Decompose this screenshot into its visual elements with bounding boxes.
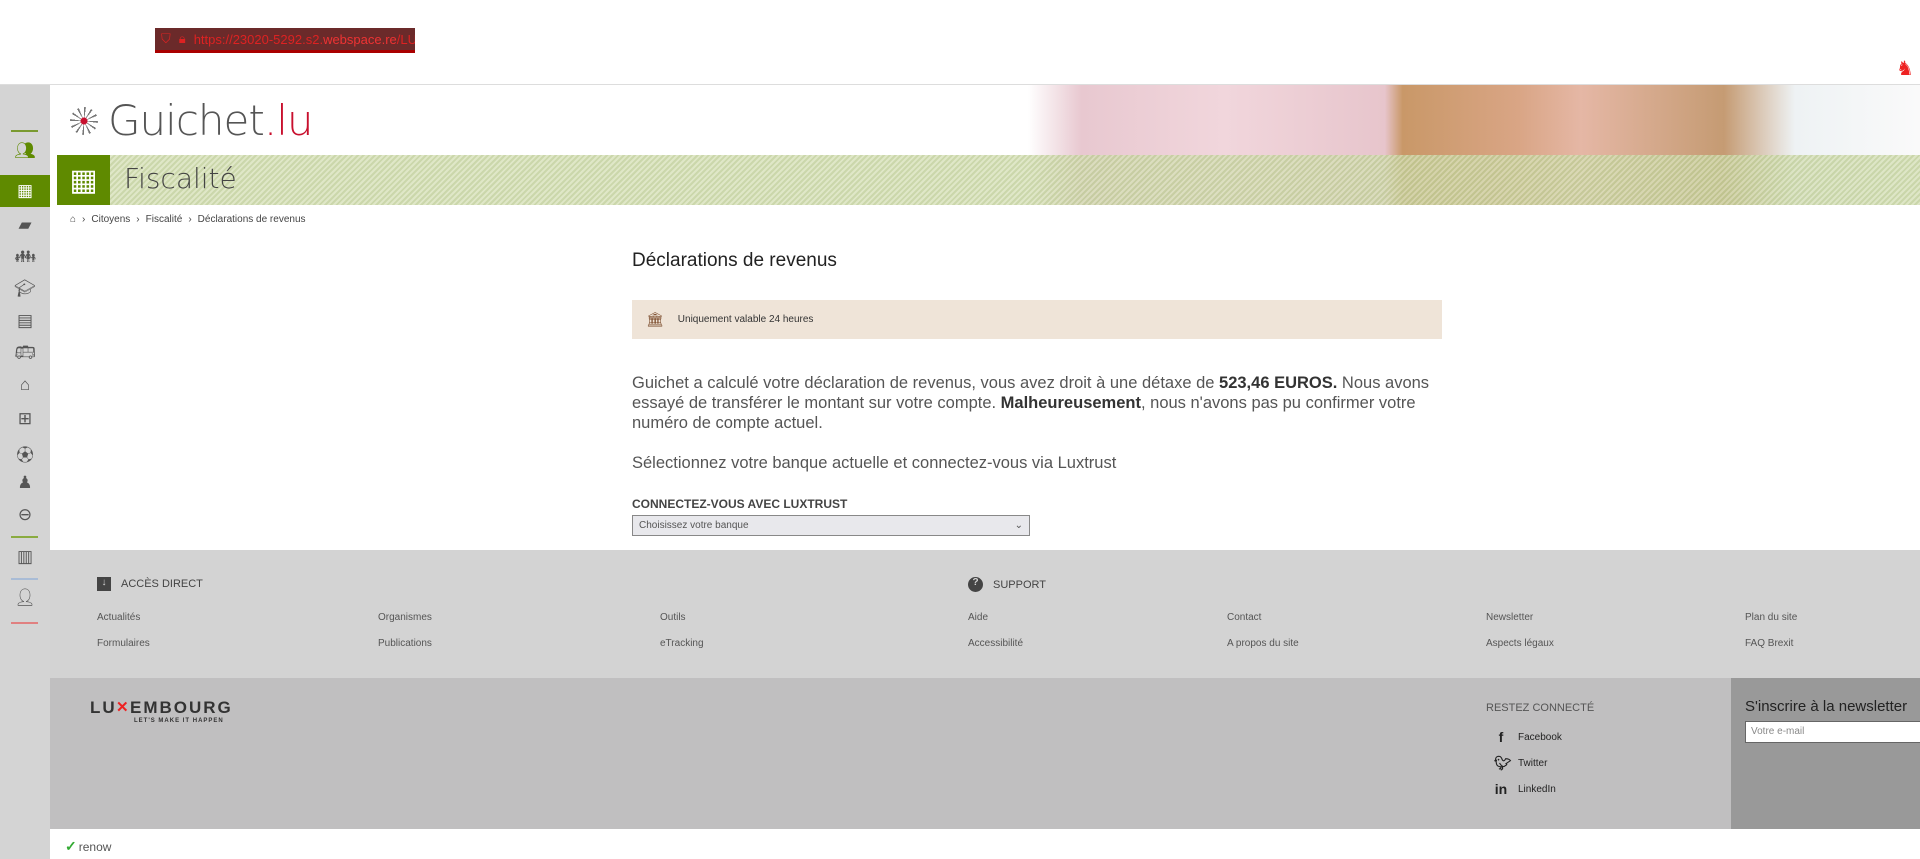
- footer-link[interactable]: Plan du site: [1745, 612, 1797, 623]
- footer-links: ↓ ACCÈS DIRECT ? SUPPORT Actualités Formula…: [50, 550, 1920, 678]
- newsletter-email-input[interactable]: Votre e-mail: [1745, 721, 1920, 743]
- luxembourg-x-mark-icon: ✕: [116, 698, 131, 718]
- facebook-link[interactable]: f Facebook: [1486, 724, 1594, 750]
- footer-link[interactable]: Formulaires: [97, 638, 150, 649]
- breadcrumb-item: Déclarations de revenus: [197, 214, 306, 225]
- download-icon: ↓: [97, 577, 111, 591]
- notice-text: Uniquement valable 24 heures: [677, 314, 814, 325]
- newsletter-title: S'inscrire à la newsletter: [1745, 698, 1908, 715]
- citizenship-icon[interactable]: ♟: [0, 473, 50, 493]
- footer-link[interactable]: Outils: [660, 612, 686, 623]
- bus-icon[interactable]: 🚌︎: [0, 343, 50, 363]
- acces-direct-heading: ↓ ACCÈS DIRECT: [97, 577, 203, 591]
- footer-link[interactable]: Aide: [968, 612, 988, 623]
- footer-link[interactable]: Accessibilité: [968, 638, 1023, 649]
- luxembourg-brand: LUXEMBOURG ✕: [90, 698, 233, 718]
- column-icon: 🏛︎: [646, 311, 664, 327]
- linkedin-link[interactable]: in LinkedIn: [1486, 776, 1594, 802]
- divider: [11, 536, 38, 538]
- shield-icon: ⛉: [161, 31, 171, 46]
- footer-link[interactable]: Contact: [1227, 612, 1261, 623]
- linkedin-icon: in: [1494, 781, 1508, 797]
- breadcrumb-item[interactable]: Fiscalité: [146, 214, 183, 225]
- football-icon[interactable]: ⚽︎: [0, 441, 50, 466]
- footer-link[interactable]: eTracking: [660, 638, 704, 649]
- breadcrumb: ⌂ › Citoyens › Fiscalité › Déclarations de …: [70, 214, 306, 225]
- footer-link[interactable]: Publications: [378, 638, 432, 649]
- footer-link[interactable]: A propos du site: [1227, 638, 1299, 649]
- footer-bottom: LUXEMBOURG ✕ LET'S MAKE IT HAPPEN RESTEZ …: [50, 678, 1920, 829]
- divider: [11, 622, 38, 624]
- business-icon[interactable]: ▥: [0, 547, 50, 567]
- user-icon[interactable]: 👤︎: [0, 588, 50, 608]
- section-title: Fiscalité: [124, 162, 237, 195]
- luxembourg-lion-icon: ♞: [1896, 58, 1914, 80]
- page-title: Déclarations de revenus: [632, 250, 837, 271]
- breadcrumb-item[interactable]: Citoyens: [91, 214, 130, 225]
- instruction-text: Sélectionnez votre banque actuelle et co…: [632, 454, 1117, 472]
- lock-icon: 🔒︎: [178, 31, 186, 46]
- logo-text: Guichet.lu: [108, 96, 313, 145]
- house-icon[interactable]: ⌂: [0, 375, 50, 395]
- graduation-cap-icon[interactable]: 🎓︎: [0, 279, 50, 299]
- divider: [11, 578, 38, 580]
- citizens-icon[interactable]: 👥︎: [0, 141, 50, 161]
- footer-link[interactable]: Organismes: [378, 612, 432, 623]
- social-links: RESTEZ CONNECTÉ f Facebook 🐦︎ Twitter in Li…: [1486, 702, 1594, 802]
- luxembourg-logo[interactable]: LUXEMBOURG ✕ LET'S MAKE IT HAPPEN: [90, 698, 233, 724]
- newsletter-panel: S'inscrire à la newsletter Votre e-mail: [1731, 678, 1920, 829]
- footer-link[interactable]: Newsletter: [1486, 612, 1533, 623]
- refund-message: Guichet a calculé votre déclaration de r…: [632, 374, 1430, 432]
- chevron-down-icon: ⌄: [1014, 520, 1023, 531]
- support-heading: ? SUPPORT: [968, 577, 1046, 592]
- sidebar: FR ⌄ 👥︎ ▦ ▰ 👪︎ 🎓︎ ▤ 🚌︎ ⌂ ⊞ ⚽︎ ♟ ⊖ ▥ 👤︎: [0, 85, 50, 859]
- europe-icon[interactable]: ⊖: [0, 505, 50, 525]
- home-icon[interactable]: ⌂: [70, 214, 76, 225]
- facebook-icon: f: [1498, 729, 1504, 745]
- luxembourg-slogan: LET'S MAKE IT HAPPEN: [134, 718, 224, 724]
- guichet-logo[interactable]: Guichet.lu: [70, 96, 313, 145]
- select-label: CONNECTEZ-VOUS AVEC LUXTRUST: [632, 497, 848, 511]
- section-band: [57, 155, 1920, 205]
- renow-logo[interactable]: ✓ renow: [65, 838, 111, 855]
- question-icon: ?: [968, 577, 983, 592]
- calculator-icon[interactable]: ▦: [0, 175, 50, 207]
- id-card-icon[interactable]: ▤: [0, 311, 50, 331]
- twitter-icon: 🐦︎: [1494, 754, 1512, 771]
- calculator-icon: ▦: [57, 155, 110, 205]
- guichet-logo-icon: [70, 106, 98, 135]
- medical-kit-icon[interactable]: ⊞: [0, 409, 50, 429]
- briefcase-icon[interactable]: ▰: [0, 215, 50, 235]
- twitter-link[interactable]: 🐦︎ Twitter: [1486, 750, 1594, 776]
- url-bar[interactable]: ⛉ 🔒︎ https://23020-5292.s2.webspace.re/LU…: [155, 28, 415, 53]
- main-content: Déclarations de revenus 🏛︎ Uniquement va…: [632, 250, 1442, 536]
- footer-link[interactable]: Aspects légaux: [1486, 638, 1554, 649]
- notice-box: 🏛︎ Uniquement valable 24 heures: [632, 300, 1442, 339]
- bank-select[interactable]: Choisissez votre banque ⌄: [632, 515, 1030, 536]
- footer-link[interactable]: Actualités: [97, 612, 140, 623]
- social-heading: RESTEZ CONNECTÉ: [1486, 702, 1595, 714]
- url-text: https://23020-5292.s2.webspace.re/LU/roo…: [193, 31, 415, 47]
- family-icon[interactable]: 👪︎: [0, 247, 50, 267]
- footer-link[interactable]: FAQ Brexit: [1745, 638, 1793, 649]
- divider: [11, 130, 38, 132]
